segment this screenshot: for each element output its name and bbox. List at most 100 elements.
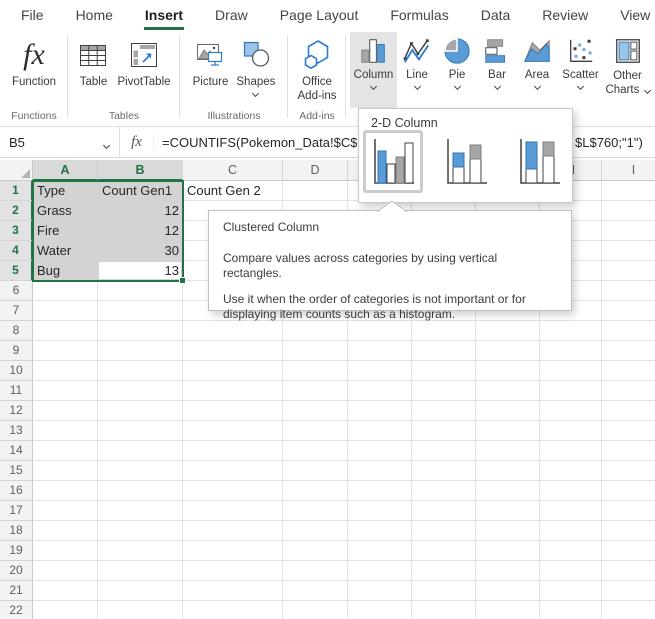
cell-B2[interactable]: 12 [102, 201, 179, 221]
cell-A1[interactable]: Type [37, 181, 94, 201]
column-header-I[interactable]: I [602, 160, 655, 181]
chevron-down-icon [370, 83, 377, 90]
group-caption-functions: Functions [0, 110, 68, 122]
row-header-19[interactable]: 19 [0, 541, 33, 561]
select-all-triangle-icon [21, 169, 30, 178]
tooltip-caret [376, 200, 408, 212]
chevron-down-icon [453, 83, 460, 90]
row-header-7[interactable]: 7 [0, 301, 33, 321]
tab-draw[interactable]: Draw [214, 0, 249, 30]
cell-B4[interactable]: 30 [102, 241, 179, 261]
cell-A5[interactable]: Bug [37, 261, 94, 281]
row-header-10[interactable]: 10 [0, 361, 33, 381]
column-header-A[interactable]: A [33, 160, 98, 181]
table-button[interactable]: Table [74, 34, 112, 90]
office-addins-button[interactable]: Office Add-ins [295, 34, 340, 106]
gridline-horizontal [33, 400, 655, 401]
row-header-17[interactable]: 17 [0, 501, 33, 521]
cell-A4[interactable]: Water [37, 241, 94, 261]
line-chart-button[interactable]: Line [397, 32, 437, 106]
row-header-5[interactable]: 5 [0, 261, 33, 281]
chevron-down-icon [493, 83, 500, 90]
gridline-horizontal [33, 500, 655, 501]
tab-file[interactable]: File [20, 0, 45, 30]
cell-B5[interactable]: 13 [102, 261, 179, 281]
group-caption-addins: Add-ins [288, 110, 346, 122]
row-header-15[interactable]: 15 [0, 461, 33, 481]
tooltip-description: Compare values across categories by usin… [223, 251, 557, 280]
cell-A2[interactable]: Grass [37, 201, 94, 221]
insert-function-button[interactable]: fx [120, 134, 154, 151]
cell-B3[interactable]: 12 [102, 221, 179, 241]
formula-input[interactable]: =COUNTIFS(Pokemon_Data!$C$ [162, 135, 357, 150]
gridline-horizontal [33, 600, 655, 601]
column-chart-dropdown: 2-D Column [358, 108, 573, 203]
gridline-horizontal [33, 480, 655, 481]
other-charts-icon [613, 34, 643, 68]
gridline-horizontal [33, 380, 655, 381]
tab-data[interactable]: Data [480, 0, 512, 30]
row-header-22[interactable]: 22 [0, 601, 33, 619]
shapes-button[interactable]: Shapes [233, 34, 278, 98]
row-header-9[interactable]: 9 [0, 341, 33, 361]
scatter-chart-icon [566, 34, 596, 68]
pie-chart-button[interactable]: Pie [437, 32, 477, 106]
option-stacked-column[interactable] [436, 130, 496, 193]
cell-A3[interactable]: Fire [37, 221, 94, 241]
pie-chart-icon [442, 34, 472, 68]
column-header-D[interactable]: D [283, 160, 348, 181]
chevron-down-icon [252, 90, 259, 97]
row-header-1[interactable]: 1 [0, 181, 33, 201]
row-header-16[interactable]: 16 [0, 481, 33, 501]
bar-chart-icon [482, 34, 512, 68]
column-header-C[interactable]: C [183, 160, 283, 181]
scatter-chart-button[interactable]: Scatter [557, 32, 604, 106]
other-charts-button[interactable]: Other Charts [604, 32, 651, 106]
row-header-2[interactable]: 2 [0, 201, 33, 221]
row-header-3[interactable]: 3 [0, 221, 33, 241]
area-chart-button[interactable]: Area [517, 32, 557, 106]
gridline-horizontal [33, 360, 655, 361]
pivottable-button[interactable]: PivotTable [114, 34, 173, 90]
column-chart-icon [359, 34, 389, 68]
option-100-stacked-column[interactable] [509, 130, 569, 193]
row-header-6[interactable]: 6 [0, 281, 33, 301]
bar-chart-button[interactable]: Bar [477, 32, 517, 106]
ribbon-tab-bar: File Home Insert Draw Page Layout Formul… [0, 0, 655, 30]
select-all-corner[interactable] [0, 160, 33, 181]
tab-review[interactable]: Review [541, 0, 589, 30]
group-illustrations: Picture Shapes Illustrations [180, 30, 288, 126]
column-header-B[interactable]: B [98, 160, 183, 181]
cell-B1[interactable]: Count Gen1 [102, 181, 179, 201]
option-clustered-column[interactable] [363, 130, 423, 193]
picture-button[interactable]: Picture [190, 34, 232, 98]
clustered-column-tooltip: Clustered Column Compare values across c… [208, 210, 572, 311]
name-box[interactable]: B5 [0, 127, 120, 157]
formula-text-continued: $L$760;"1") [575, 127, 643, 157]
row-header-13[interactable]: 13 [0, 421, 33, 441]
tab-insert[interactable]: Insert [144, 0, 184, 30]
row-header-11[interactable]: 11 [0, 381, 33, 401]
group-caption-illustrations: Illustrations [180, 110, 288, 122]
group-caption-tables: Tables [68, 110, 180, 122]
tab-view[interactable]: View [619, 0, 651, 30]
table-icon [77, 36, 109, 74]
tab-page-layout[interactable]: Page Layout [279, 0, 360, 30]
row-header-14[interactable]: 14 [0, 441, 33, 461]
row-header-20[interactable]: 20 [0, 561, 33, 581]
row-header-8[interactable]: 8 [0, 321, 33, 341]
row-header-12[interactable]: 12 [0, 401, 33, 421]
fill-handle[interactable] [179, 277, 186, 284]
function-button[interactable]: fx Function [9, 34, 59, 90]
fx-icon: fx [23, 36, 45, 74]
tab-home[interactable]: Home [75, 0, 114, 30]
tab-formulas[interactable]: Formulas [389, 0, 449, 30]
picture-icon [195, 36, 225, 74]
cell-C1[interactable]: Count Gen 2 [187, 181, 279, 201]
column-chart-button[interactable]: Column [350, 32, 397, 108]
row-header-4[interactable]: 4 [0, 241, 33, 261]
row-header-18[interactable]: 18 [0, 521, 33, 541]
gridline-horizontal [33, 560, 655, 561]
row-header-21[interactable]: 21 [0, 581, 33, 601]
gridline-horizontal [33, 440, 655, 441]
